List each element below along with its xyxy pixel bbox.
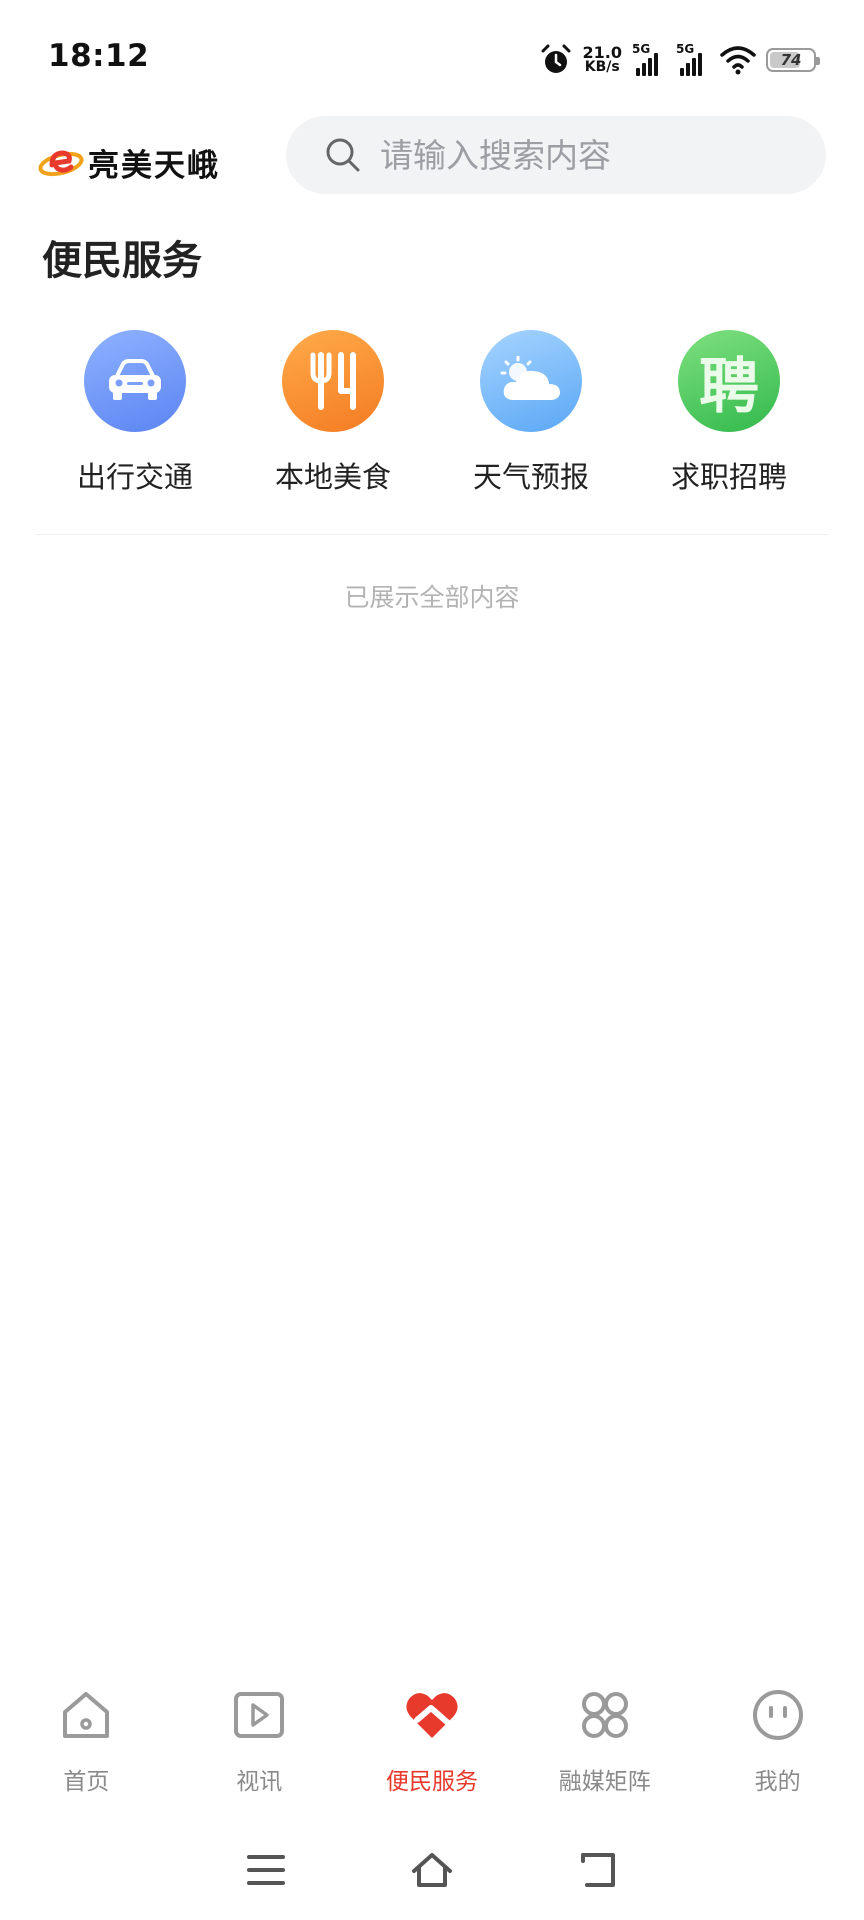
face-icon [752, 1690, 803, 1740]
home-icon [63, 1692, 110, 1738]
service-jobs[interactable]: 聘 求职招聘 [630, 330, 828, 496]
top-header: 亮美天峨 [0, 112, 864, 212]
tab-video[interactable]: 视讯 [173, 1686, 346, 1816]
net-speed: 21.0 KB/s [582, 43, 622, 75]
recruit-icon: 聘 [678, 330, 780, 432]
tab-media-matrix[interactable]: 融媒矩阵 [518, 1686, 691, 1816]
tab-services[interactable]: 便民服务 [346, 1686, 519, 1816]
back-icon[interactable] [575, 1847, 621, 1893]
service-label: 出行交通 [76, 460, 193, 494]
end-of-content-note: 已展示全部内容 [344, 583, 520, 612]
home-outline-icon[interactable] [409, 1847, 455, 1893]
tab-label: 首页 [63, 1769, 110, 1795]
battery-percent: 74 [780, 51, 802, 69]
service-traffic[interactable]: 出行交通 [36, 330, 234, 496]
sun-cloud-icon [480, 330, 582, 432]
net-speed-value: 21.0 [582, 43, 622, 62]
tab-home[interactable]: 首页 [0, 1686, 173, 1816]
page-title: 便民服务 [42, 238, 202, 284]
tab-label: 融媒矩阵 [558, 1769, 651, 1795]
grid-icon [581, 1692, 628, 1738]
service-weather[interactable]: 天气预报 [432, 330, 630, 496]
app-name: 亮美天峨 [88, 147, 220, 184]
wifi-icon [720, 46, 756, 75]
play-icon [234, 1692, 285, 1738]
tab-label: 视讯 [236, 1769, 283, 1795]
signal-sim1-icon: 5G [632, 42, 666, 76]
recruit-glyph: 聘 [699, 351, 759, 422]
divider [36, 534, 828, 535]
car-icon [84, 330, 186, 432]
heart-icon [406, 1693, 458, 1738]
logo-mark-icon [38, 150, 84, 177]
tab-label: 便民服务 [385, 1769, 478, 1795]
menu-icon[interactable] [243, 1847, 289, 1893]
bottom-tab-bar: 首页 视讯 便民服务 融媒矩阵 我的 [0, 1686, 864, 1816]
sim1-type: 5G [632, 42, 651, 56]
alarm-icon [541, 44, 571, 73]
battery-icon: 74 [766, 48, 820, 72]
app-logo[interactable]: 亮美天峨 [38, 134, 220, 190]
status-time: 18:12 [48, 38, 150, 74]
search-bar[interactable] [286, 116, 826, 194]
status-bar: 18:12 21.0 KB/s 5G 5G 74 [0, 0, 864, 112]
system-nav-bar [0, 1834, 864, 1906]
service-food[interactable]: 本地美食 [234, 330, 432, 496]
signal-sim2-icon: 5G [676, 42, 710, 76]
sim2-type: 5G [676, 42, 695, 56]
net-speed-unit: KB/s [584, 59, 620, 75]
service-label: 求职招聘 [670, 460, 787, 494]
services-grid: 出行交通 本地美食 天气预报 聘 求职招聘 [36, 330, 828, 496]
tab-label: 我的 [754, 1769, 801, 1795]
tab-me[interactable]: 我的 [691, 1686, 864, 1816]
search-input[interactable] [378, 134, 802, 176]
service-label: 天气预报 [472, 460, 589, 494]
status-icons: 21.0 KB/s 5G 5G 74 [539, 40, 820, 80]
fork-knife-icon [282, 330, 384, 432]
service-label: 本地美食 [274, 460, 391, 494]
search-icon [326, 138, 360, 172]
